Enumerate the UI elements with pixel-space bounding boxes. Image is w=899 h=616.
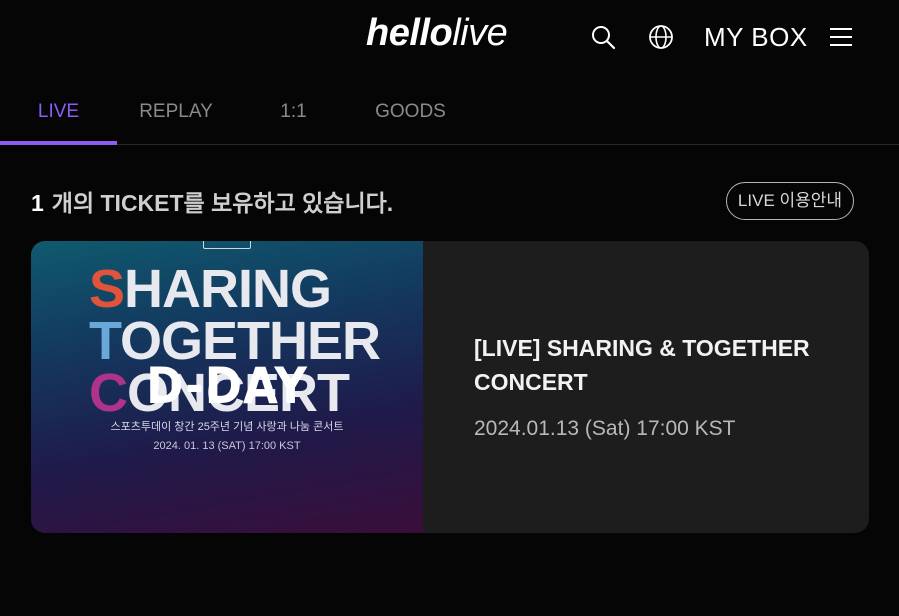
ticket-summary-text: 개의 TICKET를 보유하고 있습니다. — [51, 190, 394, 216]
globe-icon[interactable] — [646, 22, 676, 52]
tab-goods[interactable]: GOODS — [352, 86, 469, 144]
header: hello live MY BOX — [0, 0, 899, 76]
logo-text-light: live — [452, 12, 508, 54]
d-day-badge: D-DAY — [146, 357, 308, 415]
my-box-link[interactable]: MY BOX — [704, 22, 808, 52]
ticket-summary: 1 개의 TICKET를 보유하고 있습니다. — [31, 184, 393, 218]
ticket-title: [LIVE] SHARING & TOGETHER CONCERT — [474, 335, 810, 395]
concert-poster: SHARING TOGETHER CONCERT D-DAY 스포츠투데이 창간… — [31, 241, 423, 533]
ticket-count: 1 — [31, 190, 44, 216]
poster-logo-badge — [203, 241, 251, 249]
tab-replay[interactable]: REPLAY — [117, 86, 235, 144]
tab-one-on-one[interactable]: 1:1 — [235, 86, 352, 144]
ticket-card[interactable]: SHARING TOGETHER CONCERT D-DAY 스포츠투데이 창간… — [31, 241, 869, 533]
ticket-datetime: 2024.01.13 (Sat) 17:00 KST — [474, 417, 736, 440]
search-icon[interactable] — [588, 22, 618, 52]
poster-date: 2024. 01. 13 (SAT) 17:00 KST — [153, 440, 301, 452]
menu-icon[interactable] — [826, 22, 856, 52]
active-tab-indicator — [0, 141, 117, 145]
ticket-info: [LIVE] SHARING & TOGETHER CONCERT 2024.0… — [474, 331, 834, 441]
live-guide-button[interactable]: LIVE 이용안내 — [726, 182, 854, 220]
tab-live[interactable]: LIVE — [0, 86, 117, 144]
tab-bar: LIVE REPLAY 1:1 GOODS — [0, 86, 899, 145]
logo-text-bold: hello — [366, 12, 453, 54]
hellolive-logo[interactable]: hello live — [366, 12, 508, 58]
poster-subtitle: 스포츠투데이 창간 25주년 기념 사랑과 나눔 콘서트 — [110, 421, 344, 433]
